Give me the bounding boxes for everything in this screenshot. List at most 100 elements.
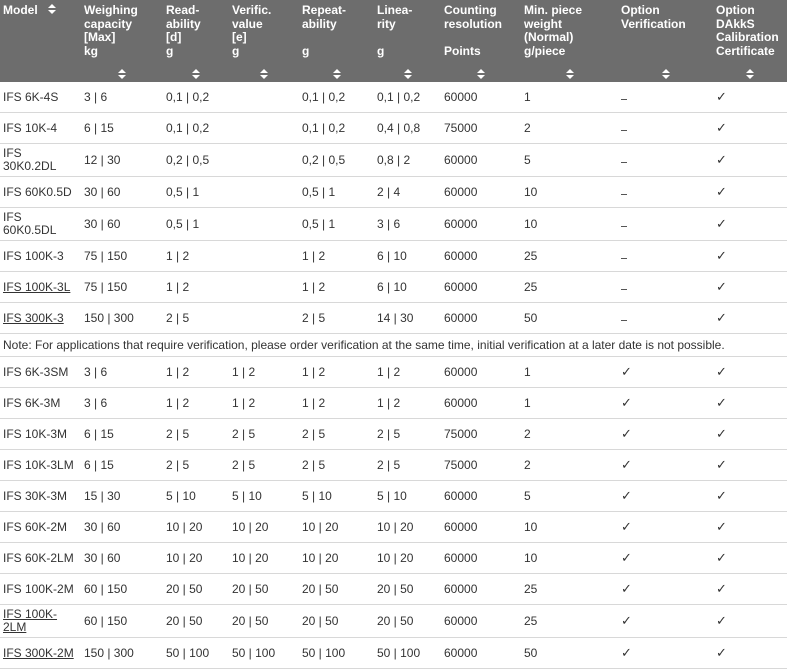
cell-value: 60000: [444, 395, 478, 410]
cell-value: 10 | 20: [232, 519, 269, 534]
cell-value: 60000: [444, 364, 478, 379]
cell-value: 10 | 20: [232, 550, 269, 565]
cell-repeatability: 2 | 5: [299, 302, 374, 334]
cell-option-dakks-calibration: ✓: [713, 271, 787, 303]
cell-model[interactable]: IFS 300K-3: [0, 302, 81, 334]
cell-value: 75 | 150: [84, 279, 128, 294]
cell-model[interactable]: IFS 300K-2M: [0, 637, 81, 669]
cell-readability: 0,5 | 1: [163, 176, 229, 208]
cell-model[interactable]: IFS 100K-3L: [0, 271, 81, 303]
sort-icon[interactable]: [618, 69, 713, 79]
cell-value: 5 | 10: [377, 488, 407, 503]
column-header-option-dakks-calibration[interactable]: Option DAkkS Calibration Certificate: [713, 0, 787, 82]
checkmark-icon: ✓: [621, 488, 632, 503]
sort-icon[interactable]: [521, 69, 618, 79]
column-header-linearity[interactable]: Linea- rity g: [374, 0, 441, 82]
cell-model: IFS 10K-3LM: [0, 449, 81, 481]
column-header-weighing-capacity[interactable]: Weighing capacity [Max] kg: [81, 0, 163, 82]
model-link[interactable]: IFS 300K-2M: [3, 646, 74, 660]
column-header-min-piece-weight[interactable]: Min. piece weight (Normal) g/piece: [521, 0, 618, 82]
cell-model: IFS 100K-2M: [0, 573, 81, 605]
cell-value: 50: [524, 645, 538, 660]
column-header-verification-value[interactable]: Verific. value [e] g: [229, 0, 299, 82]
cell-readability: 0,1 | 0,2: [163, 112, 229, 144]
sort-icon[interactable]: [441, 69, 521, 79]
cell-weighing-capacity: 30 | 60: [81, 511, 163, 543]
cell-value: 1 | 2: [302, 364, 326, 379]
cell-value: 12 | 30: [84, 152, 121, 167]
cell-model[interactable]: IFS 100K-2LM: [0, 604, 81, 638]
cell-option-verification: [618, 143, 713, 177]
table-row: IFS 60K0.5DL 30 | 60 0,5 | 1 0,5 | 1 3 | 6 60…: [0, 207, 787, 241]
model-link[interactable]: IFS 300K-3: [3, 311, 64, 325]
cell-weighing-capacity: 30 | 60: [81, 542, 163, 574]
cell-value: 6 | 15: [84, 120, 114, 135]
cell-weighing-capacity: 15 | 30: [81, 480, 163, 512]
checkmark-icon: ✓: [716, 152, 727, 167]
cell-value: 30 | 60: [84, 550, 121, 565]
cell-value: 1 | 2: [377, 364, 401, 379]
cell-weighing-capacity: 12 | 30: [81, 143, 163, 177]
sort-icon[interactable]: [229, 69, 299, 79]
checkmark-icon: ✓: [621, 645, 632, 660]
sort-icon[interactable]: [374, 69, 441, 79]
column-header-readability[interactable]: Read- ability [d] g: [163, 0, 229, 82]
cell-weighing-capacity: 30 | 60: [81, 176, 163, 208]
table-row: IFS 100K-3 75 | 150 1 | 2 1 | 2 6 | 10 60000 2…: [0, 240, 787, 272]
column-header-model[interactable]: Model: [0, 0, 81, 82]
table-row: IFS 6K-3SM 3 | 6 1 | 2 1 | 2 1 | 2 1 | 2 60000…: [0, 356, 787, 388]
sort-icon[interactable]: [48, 4, 56, 14]
cell-value: 60000: [444, 310, 478, 325]
cell-value: 30 | 60: [84, 519, 121, 534]
model-link[interactable]: IFS 100K-2LM: [3, 607, 57, 634]
cell-repeatability: 20 | 50: [299, 604, 374, 638]
cell-repeatability: 1 | 2: [299, 271, 374, 303]
cell-value: IFS 10K-3LM: [3, 457, 74, 472]
cell-min-piece-weight: 10: [521, 176, 618, 208]
cell-verification-value: 10 | 20: [229, 511, 299, 543]
sort-icon[interactable]: [81, 69, 163, 79]
cell-option-verification: [618, 207, 713, 241]
cell-repeatability: 2 | 5: [299, 449, 374, 481]
sort-icon[interactable]: [163, 69, 229, 79]
checkmark-icon: ✓: [716, 279, 727, 294]
cell-counting-resolution: 60000: [441, 302, 521, 334]
cell-weighing-capacity: 3 | 6: [81, 387, 163, 419]
cell-value: 3 | 6: [84, 364, 108, 379]
cell-value: 20 | 50: [302, 581, 339, 596]
cell-min-piece-weight: 10: [521, 542, 618, 574]
column-header-label: Read- ability [d] g: [166, 3, 201, 58]
cell-readability: 1 | 2: [163, 271, 229, 303]
cell-value: 2 | 5: [377, 426, 401, 441]
checkmark-icon: ✓: [621, 426, 632, 441]
cell-value: 2 | 5: [302, 457, 326, 472]
column-header-label: Weighing capacity [Max] kg: [84, 3, 138, 58]
cell-counting-resolution: 60000: [441, 143, 521, 177]
cell-value: 0,5 | 1: [302, 184, 336, 199]
cell-option-verification: ✓: [618, 418, 713, 450]
cell-counting-resolution: 60000: [441, 207, 521, 241]
dash-icon: [621, 161, 627, 163]
cell-value: 30 | 60: [84, 184, 121, 199]
column-header-counting-resolution[interactable]: Counting resolution Points: [441, 0, 521, 82]
cell-weighing-capacity: 3 | 6: [81, 82, 163, 113]
cell-option-verification: ✓: [618, 480, 713, 512]
sort-icon[interactable]: [299, 69, 374, 79]
cell-value: 60000: [444, 613, 478, 628]
sort-icon[interactable]: [713, 69, 787, 79]
cell-counting-resolution: 60000: [441, 82, 521, 113]
column-header-repeatability[interactable]: Repeat- ability g: [299, 0, 374, 82]
cell-value: 10 | 20: [166, 550, 203, 565]
cell-value: 5: [524, 488, 531, 503]
cell-verification-value: 2 | 5: [229, 449, 299, 481]
table-row: IFS 60K-2LM 30 | 60 10 | 20 10 | 20 10 | 20 1…: [0, 542, 787, 574]
cell-linearity: 0,8 | 2: [374, 143, 441, 177]
column-header-option-verification[interactable]: Option Verification: [618, 0, 713, 82]
column-header-label: Counting resolution Points: [444, 3, 503, 58]
cell-verification-value: 20 | 50: [229, 604, 299, 638]
cell-counting-resolution: 75000: [441, 112, 521, 144]
cell-weighing-capacity: 150 | 300: [81, 302, 163, 334]
cell-value: IFS 60K0.5DL: [3, 210, 57, 237]
cell-value: 10: [524, 550, 538, 565]
model-link[interactable]: IFS 100K-3L: [3, 280, 70, 294]
